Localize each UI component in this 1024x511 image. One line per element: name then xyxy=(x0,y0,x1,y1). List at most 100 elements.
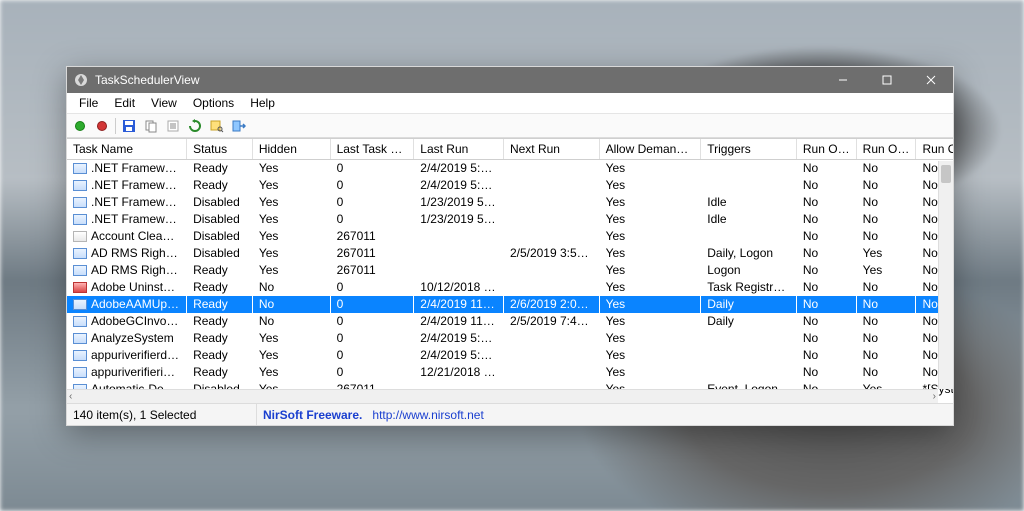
cell[interactable]: 2/4/2019 5:51:... xyxy=(414,330,504,347)
menu-edit[interactable]: Edit xyxy=(106,94,143,112)
cell[interactable]: Yes xyxy=(252,160,330,177)
cell[interactable]: 0 xyxy=(330,177,414,194)
cell[interactable]: Task Registrati... xyxy=(701,279,797,296)
cell[interactable]: 2/6/2019 2:00:... xyxy=(503,296,599,313)
cell[interactable] xyxy=(503,330,599,347)
cell[interactable] xyxy=(701,364,797,381)
cell[interactable]: 267011 xyxy=(330,228,414,245)
cell[interactable]: No xyxy=(796,296,856,313)
cell[interactable]: Yes xyxy=(856,262,916,279)
save-button[interactable] xyxy=(120,117,138,135)
cell[interactable]: No xyxy=(796,228,856,245)
cell[interactable] xyxy=(503,211,599,228)
cell[interactable]: Yes xyxy=(599,160,701,177)
cell[interactable] xyxy=(503,364,599,381)
cell[interactable]: 0 xyxy=(330,296,414,313)
cell[interactable]: Yes xyxy=(252,347,330,364)
cell[interactable]: No xyxy=(252,279,330,296)
exit-button[interactable] xyxy=(230,117,248,135)
cell[interactable]: No xyxy=(252,296,330,313)
cell[interactable]: Ready xyxy=(187,279,253,296)
cell[interactable]: No xyxy=(796,364,856,381)
cell[interactable]: 2/4/2019 5:50:... xyxy=(414,160,504,177)
cell[interactable]: appuriverifierdaily xyxy=(67,347,187,364)
cell[interactable]: 2/4/2019 11:46... xyxy=(414,296,504,313)
cell[interactable]: Ready xyxy=(187,347,253,364)
menu-options[interactable]: Options xyxy=(185,94,242,112)
table-row[interactable]: .NET Framework ...DisabledYes01/23/2019 … xyxy=(67,211,953,228)
cell[interactable]: Ready xyxy=(187,313,253,330)
cell[interactable]: Disabled xyxy=(187,194,253,211)
cell[interactable]: AdobeAAMUpd... xyxy=(67,296,187,313)
cell[interactable]: Yes xyxy=(252,211,330,228)
cell[interactable]: No xyxy=(796,279,856,296)
table-row[interactable]: appuriverifierinst...ReadyYes012/21/2018… xyxy=(67,364,953,381)
cell[interactable]: 2/4/2019 5:50:... xyxy=(414,347,504,364)
cell[interactable]: 0 xyxy=(330,279,414,296)
cell[interactable]: 2/5/2019 3:52:... xyxy=(503,245,599,262)
cell[interactable]: No xyxy=(796,330,856,347)
cell[interactable]: Disabled xyxy=(187,245,253,262)
cell[interactable]: Yes xyxy=(599,313,701,330)
scroll-left-icon[interactable]: ‹ xyxy=(69,391,72,402)
cell[interactable]: No xyxy=(856,330,916,347)
cell[interactable]: Ready xyxy=(187,160,253,177)
table-row[interactable]: Account CleanupDisabledYes267011YesNoNoN… xyxy=(67,228,953,245)
column-header[interactable]: Run On ... xyxy=(796,139,856,160)
cell[interactable] xyxy=(503,262,599,279)
cell[interactable]: 0 xyxy=(330,160,414,177)
cell[interactable]: Yes xyxy=(599,211,701,228)
cell[interactable] xyxy=(701,177,797,194)
cell[interactable]: Daily, Logon xyxy=(701,245,797,262)
cell[interactable]: 1/23/2019 5:44... xyxy=(414,211,504,228)
cell[interactable]: 0 xyxy=(330,313,414,330)
disable-task-button[interactable] xyxy=(93,117,111,135)
cell[interactable]: Ready xyxy=(187,177,253,194)
menu-help[interactable]: Help xyxy=(242,94,283,112)
cell[interactable]: 2/4/2019 11:46... xyxy=(414,313,504,330)
cell[interactable] xyxy=(503,347,599,364)
cell[interactable]: Yes xyxy=(599,296,701,313)
tasks-table[interactable]: Task NameStatusHiddenLast Task Re...Last… xyxy=(67,139,953,403)
cell[interactable] xyxy=(503,160,599,177)
table-row[interactable]: appuriverifierdailyReadyYes02/4/2019 5:5… xyxy=(67,347,953,364)
cell[interactable]: No xyxy=(796,245,856,262)
column-header[interactable]: Last Run xyxy=(414,139,504,160)
cell[interactable]: Ready xyxy=(187,296,253,313)
cell[interactable]: No xyxy=(796,313,856,330)
properties-button[interactable] xyxy=(164,117,182,135)
table-row[interactable]: Adobe UninstallerReadyNo010/12/2018 4:0.… xyxy=(67,279,953,296)
cell[interactable] xyxy=(503,194,599,211)
cell[interactable]: Yes xyxy=(252,262,330,279)
cell[interactable]: Ready xyxy=(187,364,253,381)
column-header[interactable]: Last Task Re... xyxy=(330,139,414,160)
cell[interactable] xyxy=(701,228,797,245)
cell[interactable]: Yes xyxy=(599,194,701,211)
table-scroll[interactable]: Task NameStatusHiddenLast Task Re...Last… xyxy=(67,139,953,403)
cell[interactable]: No xyxy=(856,279,916,296)
cell[interactable] xyxy=(503,177,599,194)
cell[interactable]: Yes xyxy=(599,228,701,245)
table-row[interactable]: AD RMS Rights P...DisabledYes2670112/5/2… xyxy=(67,245,953,262)
cell[interactable]: Ready xyxy=(187,262,253,279)
cell[interactable]: 10/12/2018 4:0... xyxy=(414,279,504,296)
cell[interactable]: AdobeGCInvoker... xyxy=(67,313,187,330)
cell[interactable] xyxy=(701,330,797,347)
cell[interactable]: Idle xyxy=(701,194,797,211)
table-row[interactable]: .NET Framework ...ReadyYes02/4/2019 5:50… xyxy=(67,177,953,194)
cell[interactable]: appuriverifierinst... xyxy=(67,364,187,381)
cell[interactable]: Yes xyxy=(599,330,701,347)
cell[interactable]: 267011 xyxy=(330,245,414,262)
vertical-scrollbar[interactable] xyxy=(938,161,953,389)
cell[interactable]: No xyxy=(856,194,916,211)
brand-link[interactable]: http://www.nirsoft.net xyxy=(372,408,483,422)
cell[interactable]: Yes xyxy=(252,330,330,347)
table-row[interactable]: .NET Framework ...ReadyYes02/4/2019 5:50… xyxy=(67,160,953,177)
cell[interactable]: Yes xyxy=(856,245,916,262)
minimize-button[interactable] xyxy=(821,67,865,93)
menu-file[interactable]: File xyxy=(71,94,106,112)
cell[interactable]: No xyxy=(252,313,330,330)
scroll-right-icon[interactable]: › xyxy=(933,391,936,402)
column-headers[interactable]: Task NameStatusHiddenLast Task Re...Last… xyxy=(67,139,953,160)
cell[interactable] xyxy=(414,228,504,245)
